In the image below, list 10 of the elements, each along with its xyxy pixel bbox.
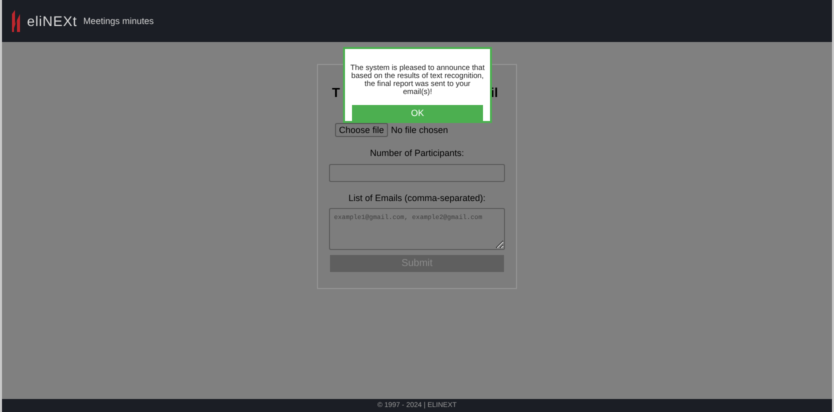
participants-input[interactable]	[329, 164, 505, 182]
file-status: No file chosen	[391, 125, 448, 135]
choose-file-button[interactable]: Choose file	[335, 123, 388, 137]
ok-button[interactable]: OK	[352, 104, 483, 121]
participants-label: Number of Participants:	[370, 148, 464, 158]
app-title: Meetings minutes	[83, 16, 154, 26]
form-heading: T	[332, 85, 340, 102]
logo-icon	[11, 10, 23, 32]
emails-label: List of Emails (comma-separated):	[348, 193, 486, 203]
logo-text: eliNEXt	[27, 13, 78, 29]
